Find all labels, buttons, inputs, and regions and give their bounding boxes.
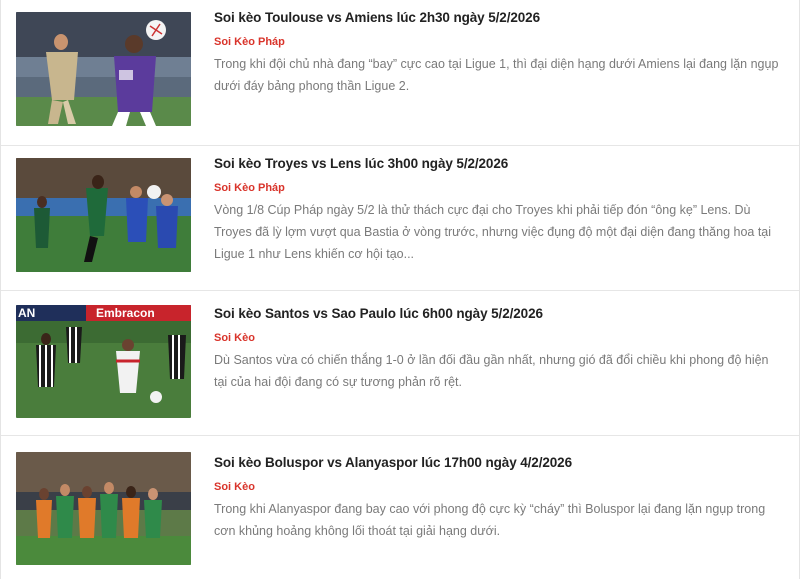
article-category[interactable]: Soi Kèo Pháp <box>214 181 781 195</box>
article-description: Trong khi Alanyaspor đang bay cao với ph… <box>214 502 766 538</box>
article-title[interactable]: Soi kèo Santos vs Sao Paulo lúc 6h00 ngà… <box>214 305 781 323</box>
article-item[interactable]: AN Embracon Soi kèo Santos vs Sao Paulo … <box>1 291 799 435</box>
article-thumbnail[interactable]: AN Embracon <box>16 305 191 418</box>
article-thumbnail[interactable] <box>16 12 191 126</box>
article-list: Soi kèo Toulouse vs Amiens lúc 2h30 ngày… <box>0 0 800 579</box>
article-title[interactable]: Soi kèo Boluspor vs Alanyaspor lúc 17h00… <box>214 454 781 472</box>
article-title[interactable]: Soi kèo Toulouse vs Amiens lúc 2h30 ngày… <box>214 9 781 27</box>
article-category[interactable]: Soi Kèo <box>214 331 781 345</box>
article-thumbnail[interactable] <box>16 452 191 565</box>
article-description: Dù Santos vừa có chiến thắng 1-0 ở lần đ… <box>214 353 769 389</box>
article-description: Trong khi đội chủ nhà đang “bay” cực cao… <box>214 57 779 93</box>
soccer-photo-image <box>16 158 191 272</box>
article-description: Vòng 1/8 Cúp Pháp ngày 5/2 là thử thách … <box>214 203 772 261</box>
article-item[interactable]: Soi kèo Toulouse vs Amiens lúc 2h30 ngày… <box>1 0 799 145</box>
article-title[interactable]: Soi kèo Troyes vs Lens lúc 3h00 ngày 5/2… <box>214 155 781 173</box>
soccer-photo-image: AN Embracon <box>16 305 191 418</box>
soccer-photo-image <box>16 452 191 565</box>
article-item[interactable]: Soi kèo Troyes vs Lens lúc 3h00 ngày 5/2… <box>1 146 799 290</box>
banner-left-text: AN <box>18 306 35 320</box>
article-category[interactable]: Soi Kèo Pháp <box>214 35 781 49</box>
article-thumbnail[interactable] <box>16 158 191 272</box>
article-item[interactable]: Soi kèo Boluspor vs Alanyaspor lúc 17h00… <box>1 436 799 579</box>
article-category[interactable]: Soi Kèo <box>214 480 781 494</box>
banner-sponsor-text: Embracon <box>96 306 155 320</box>
soccer-photo-image <box>16 12 191 126</box>
